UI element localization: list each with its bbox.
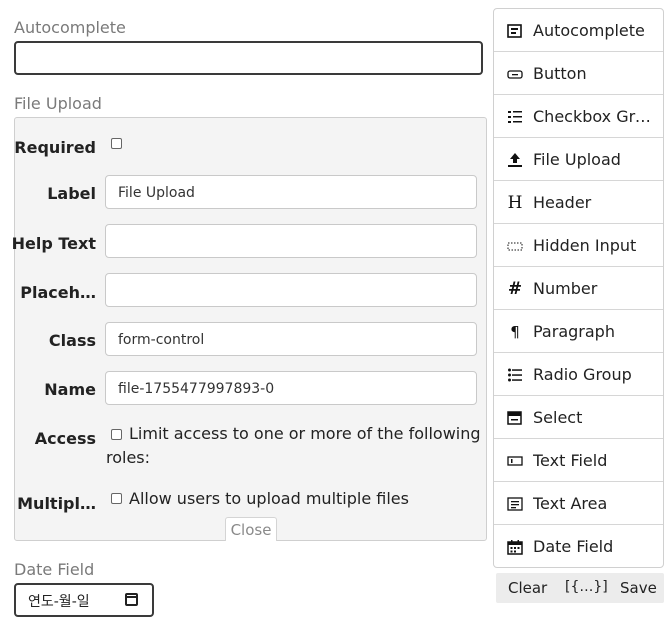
control-label: Text Field xyxy=(533,451,608,470)
number-icon: # xyxy=(507,279,523,299)
placeholder-input[interactable] xyxy=(105,273,477,307)
form-actions: Clear [{…}] Save xyxy=(496,573,664,603)
save-button[interactable]: Save xyxy=(620,579,657,597)
control-header[interactable]: H Header xyxy=(494,181,663,224)
control-date-field[interactable]: Date Field xyxy=(494,525,663,568)
control-hidden-input[interactable]: Hidden Input xyxy=(494,224,663,267)
access-checkbox[interactable] xyxy=(111,429,122,440)
calendar-icon xyxy=(507,539,523,555)
required-checkbox[interactable] xyxy=(111,138,122,149)
name-input[interactable]: file-1755477997893-0 xyxy=(105,371,477,405)
autocomplete-input[interactable] xyxy=(14,41,483,75)
control-label: Button xyxy=(533,64,587,83)
date-input[interactable]: 연도-월-일 xyxy=(14,583,154,617)
control-file-upload[interactable]: File Upload xyxy=(494,138,663,181)
label-label: Label xyxy=(47,184,96,203)
control-autocomplete[interactable]: Autocomplete xyxy=(494,9,663,52)
control-select[interactable]: Select xyxy=(494,396,663,439)
text-field-icon xyxy=(507,453,523,469)
checkbox-group-icon xyxy=(507,109,523,125)
control-button[interactable]: Button xyxy=(494,52,663,95)
button-icon xyxy=(507,66,523,82)
class-input[interactable]: form-control xyxy=(105,322,477,356)
control-radio-group[interactable]: Radio Group xyxy=(494,353,663,396)
help-text-label: Help Text xyxy=(11,234,96,253)
header-icon: H xyxy=(507,193,523,213)
control-label: Checkbox Gro… xyxy=(533,107,655,126)
autocomplete-field-label: Autocomplete xyxy=(14,18,126,37)
control-label: Text Area xyxy=(533,494,608,513)
placeholder-label: Placeh… xyxy=(20,283,96,302)
upload-icon xyxy=(507,152,523,168)
view-data-button[interactable]: [{…}] xyxy=(565,579,608,595)
control-text-field[interactable]: Text Field xyxy=(494,439,663,482)
control-label: Autocomplete xyxy=(533,21,645,40)
control-label: File Upload xyxy=(533,150,621,169)
class-label: Class xyxy=(48,331,96,350)
controls-panel: Autocomplete Button Checkbox Gro… File U… xyxy=(493,8,664,568)
file-upload-edit-panel: Required Label File Upload Help Text Pla… xyxy=(11,117,487,541)
access-text-line-1: Limit access to one or more of the follo… xyxy=(129,424,481,443)
control-paragraph[interactable]: ¶ Paragraph xyxy=(494,310,663,353)
calendar-picker-icon[interactable] xyxy=(125,593,138,606)
control-label: Paragraph xyxy=(533,322,615,341)
help-text-input[interactable] xyxy=(105,224,477,258)
control-number[interactable]: # Number xyxy=(494,267,663,310)
name-label: Name xyxy=(44,380,96,399)
radio-group-icon xyxy=(507,367,523,383)
date-field-label: Date Field xyxy=(14,560,95,579)
select-icon xyxy=(507,410,523,426)
control-label: Hidden Input xyxy=(533,236,637,255)
date-placeholder: 연도-월-일 xyxy=(28,594,90,610)
multiple-text: Allow users to upload multiple files xyxy=(129,489,409,508)
access-text-line-2: roles: xyxy=(106,448,151,467)
multiple-checkbox[interactable] xyxy=(111,493,122,504)
control-label: Select xyxy=(533,408,583,427)
required-label: Required xyxy=(14,138,96,157)
paragraph-icon: ¶ xyxy=(510,323,520,341)
autocomplete-icon xyxy=(507,23,523,39)
file-upload-field-label: File Upload xyxy=(14,94,102,113)
access-label: Access xyxy=(34,429,96,448)
close-button[interactable]: Close xyxy=(225,517,277,541)
hidden-input-icon xyxy=(507,238,523,254)
multiple-label: Multipl… xyxy=(17,494,96,513)
control-checkbox-group[interactable]: Checkbox Gro… xyxy=(494,95,663,138)
control-label: Header xyxy=(533,193,592,212)
text-area-icon xyxy=(507,496,523,512)
control-text-area[interactable]: Text Area xyxy=(494,482,663,525)
control-label: Date Field xyxy=(533,537,614,556)
control-label: Number xyxy=(533,279,598,298)
label-input[interactable]: File Upload xyxy=(105,175,477,209)
clear-button[interactable]: Clear xyxy=(508,579,547,597)
control-label: Radio Group xyxy=(533,365,632,384)
